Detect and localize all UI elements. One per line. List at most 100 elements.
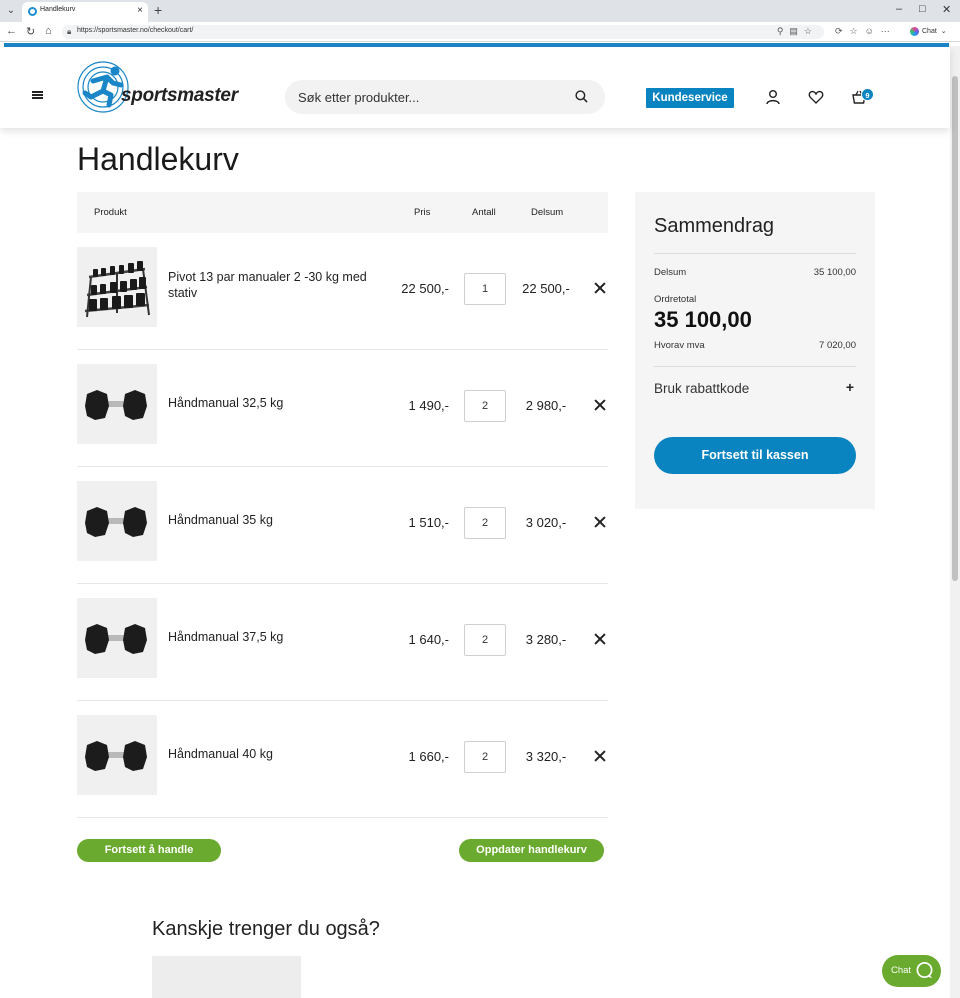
product-image-dumbbell-rack[interactable] (77, 247, 157, 327)
quantity-input[interactable]: 1 (464, 273, 506, 305)
browser-tab[interactable]: Handlekurv × (22, 2, 148, 22)
search-icon[interactable] (575, 90, 588, 103)
dumbbell-rack-icon (84, 261, 150, 318)
browser-tab-strip: ⌄ Handlekurv × + – □ ✕ (0, 0, 960, 22)
item-subtotal: 22 500,- (522, 281, 570, 296)
item-subtotal: 2 980,- (525, 398, 567, 413)
remove-item-icon[interactable] (594, 750, 606, 762)
product-name-link[interactable]: Håndmanual 35 kg (168, 512, 390, 528)
search-placeholder: Søk etter produkter... (298, 90, 420, 105)
expand-plus-icon[interactable]: + (846, 379, 854, 395)
item-price: 22 500,- (401, 281, 449, 296)
column-product: Produkt (94, 207, 127, 218)
browser-toolbar-icons[interactable]: ⟳☆☺⋯ (835, 26, 897, 37)
chat-label: Chat (891, 965, 912, 976)
item-subtotal: 3 280,- (525, 632, 567, 647)
cart-row: Pivot 13 par manualer 2 -30 kg med stati… (77, 233, 608, 350)
home-icon[interactable]: ⌂ (45, 25, 52, 37)
back-icon[interactable]: ← (6, 25, 17, 37)
cart-row: Håndmanual 40 kg 1 660,- 2 3 320,- (77, 701, 608, 818)
subtotal-label: Delsum (654, 267, 687, 278)
order-total-label: Ordretotal (654, 294, 697, 305)
column-subtotal: Delsum (531, 207, 564, 218)
column-price: Pris (414, 207, 431, 218)
vat-label: Hvorav mva (654, 340, 705, 351)
search-input[interactable]: Søk etter produkter... (285, 80, 605, 114)
item-price: 1 490,- (408, 398, 449, 413)
menu-icon[interactable] (32, 91, 43, 99)
product-name-link[interactable]: Håndmanual 40 kg (168, 746, 390, 762)
minimize-icon[interactable]: – (896, 3, 902, 15)
close-window-icon[interactable]: ✕ (942, 3, 951, 16)
item-price: 1 510,- (408, 515, 449, 530)
quantity-input[interactable]: 2 (464, 741, 506, 773)
copilot-icon (910, 26, 919, 36)
chat-bubble-icon (916, 962, 933, 979)
product-name-link[interactable]: Pivot 13 par manualer 2 -30 kg med stati… (168, 269, 390, 301)
dumbbell-icon (85, 624, 147, 654)
close-tab-icon[interactable]: × (137, 5, 143, 16)
chat-widget-button[interactable]: Chat (882, 955, 941, 987)
remove-item-icon[interactable] (594, 633, 606, 645)
upsell-title: Kanskje trenger du også? (152, 918, 380, 940)
dumbbell-icon (85, 390, 147, 420)
upsell-product-card[interactable] (152, 956, 301, 998)
cart-table-header: Produkt Pris Antall Delsum (77, 192, 608, 233)
logo-wordmark: sportsmaster (121, 85, 238, 106)
item-price: 1 660,- (408, 749, 449, 764)
vat-value: 7 020,00 (819, 340, 856, 351)
scrollbar-thumb[interactable] (952, 76, 958, 581)
lock-icon: 🔒︎ (67, 27, 72, 36)
cart-row: Håndmanual 32,5 kg 1 490,- 2 2 980,- (77, 350, 608, 467)
wishlist-heart-icon[interactable] (808, 89, 824, 105)
new-tab-icon[interactable]: + (154, 2, 162, 18)
site-header: sportsmaster Søk etter produkter... Kund… (0, 47, 950, 128)
product-name-link[interactable]: Håndmanual 37,5 kg (168, 629, 390, 645)
item-subtotal: 3 320,- (525, 749, 567, 764)
chevron-down-icon: ⌄ (940, 28, 947, 35)
product-image-dumbbell[interactable] (77, 364, 157, 444)
divider (654, 253, 856, 254)
item-price: 1 640,- (408, 632, 449, 647)
sportsmaster-logo[interactable]: sportsmaster (77, 59, 252, 115)
browser-chat-button[interactable]: Chat ⌄ (906, 25, 953, 39)
cart-count-badge: 9 (861, 88, 874, 101)
dumbbell-icon (85, 741, 147, 771)
quantity-input[interactable]: 2 (464, 507, 506, 539)
product-image-dumbbell[interactable] (77, 598, 157, 678)
site-favicon-icon (28, 7, 37, 16)
reload-icon[interactable]: ↻ (26, 25, 35, 38)
divider (654, 366, 856, 367)
address-bar-row: ← ↻ ⌂ 🔒︎ https://sportsmaster.no/checkou… (0, 22, 960, 42)
discount-code-toggle[interactable]: Bruk rabattkode (654, 381, 749, 396)
continue-shopping-button[interactable]: Fortsett å handle (77, 839, 221, 862)
page-scrollbar[interactable] (950, 46, 960, 998)
account-icon[interactable] (765, 89, 781, 105)
subtotal-value: 35 100,00 (813, 267, 856, 278)
checkout-button[interactable]: Fortsett til kassen (654, 437, 856, 474)
order-summary-panel: Sammendrag Delsum 35 100,00 Ordretotal 3… (635, 192, 875, 509)
product-image-dumbbell[interactable] (77, 481, 157, 561)
quantity-input[interactable]: 2 (464, 624, 506, 656)
product-image-dumbbell[interactable] (77, 715, 157, 795)
cart-row: Håndmanual 37,5 kg 1 640,- 2 3 280,- (77, 584, 608, 701)
address-bar-action-icons[interactable]: ⚲▤☆ (777, 26, 818, 37)
url-field[interactable]: 🔒︎ https://sportsmaster.no/checkout/cart… (62, 25, 824, 39)
remove-item-icon[interactable] (594, 399, 606, 411)
dumbbell-icon (85, 507, 147, 537)
remove-item-icon[interactable] (594, 282, 606, 294)
remove-item-icon[interactable] (594, 516, 606, 528)
page-title: Handlekurv (77, 141, 239, 177)
summary-title: Sammendrag (654, 215, 775, 237)
quantity-input[interactable]: 2 (464, 390, 506, 422)
kundeservice-button[interactable]: Kundeservice (646, 88, 734, 108)
url-text: https://sportsmaster.no/checkout/cart/ (77, 27, 194, 34)
order-total-value: 35 100,00 (654, 307, 752, 332)
maximize-icon[interactable]: □ (919, 3, 926, 15)
product-name-link[interactable]: Håndmanual 32,5 kg (168, 395, 390, 411)
item-subtotal: 3 020,- (525, 515, 567, 530)
tab-list-chevron-icon[interactable]: ⌄ (4, 4, 18, 18)
cart-row: Håndmanual 35 kg 1 510,- 2 3 020,- (77, 467, 608, 584)
update-cart-button[interactable]: Oppdater handlekurv (459, 839, 604, 862)
column-quantity: Antall (472, 207, 496, 218)
